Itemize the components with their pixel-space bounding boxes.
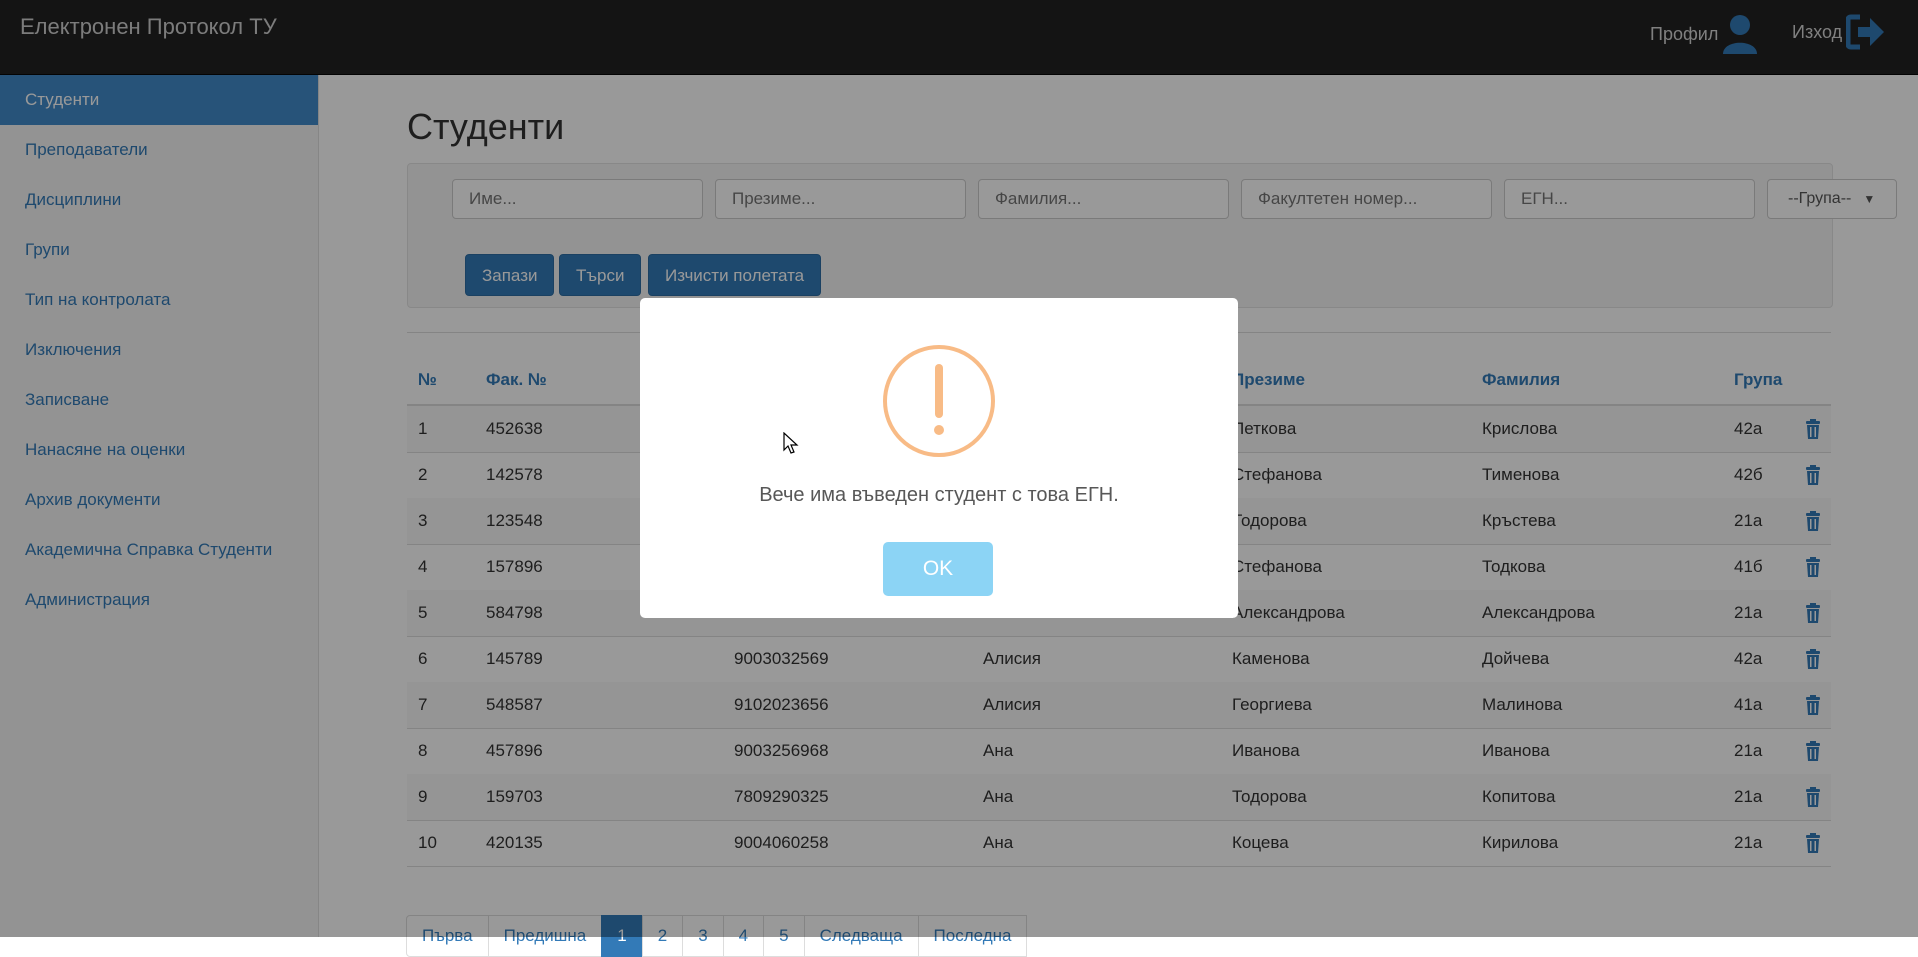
dialog-message: Вече има въведен студент с това ЕГН. (759, 484, 1119, 506)
warning-icon-bar (935, 364, 943, 418)
warning-icon-dot (934, 425, 944, 435)
warning-icon (883, 345, 995, 457)
mouse-cursor-icon (783, 432, 799, 454)
ok-button[interactable]: OK (883, 542, 993, 596)
alert-dialog: Вече има въведен студент с това ЕГН. OK (640, 298, 1238, 618)
